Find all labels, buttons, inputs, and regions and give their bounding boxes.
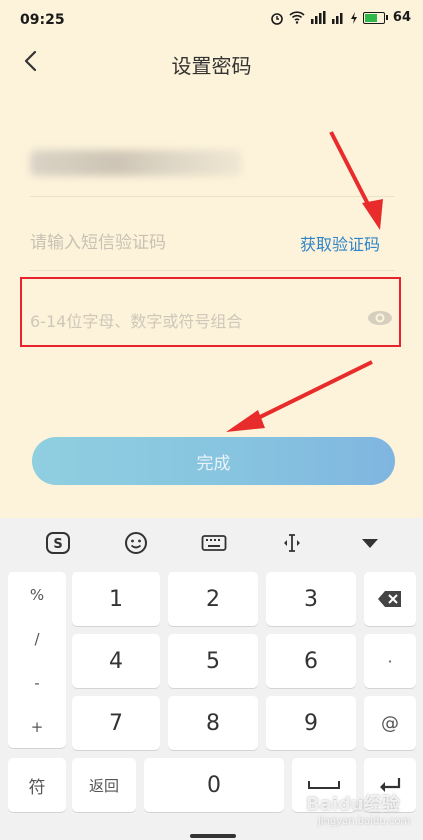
key-9[interactable]: 9 xyxy=(266,696,356,750)
symbol-key-plus[interactable]: + xyxy=(8,718,66,736)
eye-icon[interactable] xyxy=(366,308,394,328)
baidu-watermark-url: jingyan.baidu.com xyxy=(318,816,411,827)
key-5[interactable]: 5 xyxy=(168,634,258,688)
back-key[interactable]: 返回 xyxy=(72,758,136,812)
key-8[interactable]: 8 xyxy=(168,696,258,750)
phone-number-blurred xyxy=(30,150,242,176)
emoji-icon[interactable] xyxy=(120,529,152,557)
charging-icon xyxy=(350,11,357,24)
password-input[interactable] xyxy=(30,305,340,337)
signal-icon xyxy=(310,11,326,24)
backspace-icon xyxy=(378,591,401,607)
symbol-key-dash[interactable]: - xyxy=(8,674,66,692)
signal-2-icon xyxy=(331,13,343,24)
battery-level: 64 xyxy=(392,10,411,25)
home-indicator xyxy=(190,834,236,838)
svg-text:S: S xyxy=(53,537,62,552)
at-key[interactable]: @ xyxy=(364,696,416,750)
key-7[interactable]: 7 xyxy=(72,696,160,750)
battery-icon xyxy=(362,11,385,24)
alarm-icon xyxy=(271,12,283,25)
symbol-key-percent[interactable]: % xyxy=(8,586,66,604)
arrow-to-done xyxy=(226,360,373,432)
battery-tip xyxy=(385,15,388,20)
dot-key[interactable]: · xyxy=(364,634,416,688)
sms-code-input[interactable] xyxy=(30,226,290,260)
page-title: 设置密码 xyxy=(171,54,252,78)
key-1[interactable]: 1 xyxy=(72,572,160,626)
baidu-watermark: Baidu经验 xyxy=(306,794,400,815)
key-4[interactable]: 4 xyxy=(72,634,160,688)
sms-divider xyxy=(30,270,395,271)
key-0[interactable]: 0 xyxy=(144,758,284,812)
status-time: 09:25 xyxy=(20,12,65,28)
get-code-link[interactable]: 获取验证码 xyxy=(300,231,380,255)
arrow-to-get-code xyxy=(329,131,383,230)
sogou-logo-icon[interactable]: S xyxy=(42,529,74,557)
collapse-icon[interactable] xyxy=(354,529,386,557)
done-button[interactable]: 完成 xyxy=(32,437,395,485)
symbol-switch-key[interactable]: 符 xyxy=(8,758,66,812)
key-6[interactable]: 6 xyxy=(266,634,356,688)
key-2[interactable]: 2 xyxy=(168,572,258,626)
symbol-key-slash[interactable]: / xyxy=(8,630,66,648)
keyboard-icon[interactable] xyxy=(198,529,230,557)
status-icons: 64 xyxy=(270,10,411,25)
wifi-icon xyxy=(289,11,305,24)
phone-divider xyxy=(30,196,395,197)
cursor-move-icon[interactable] xyxy=(276,529,308,557)
key-3[interactable]: 3 xyxy=(266,572,356,626)
backspace-key[interactable] xyxy=(364,572,416,626)
